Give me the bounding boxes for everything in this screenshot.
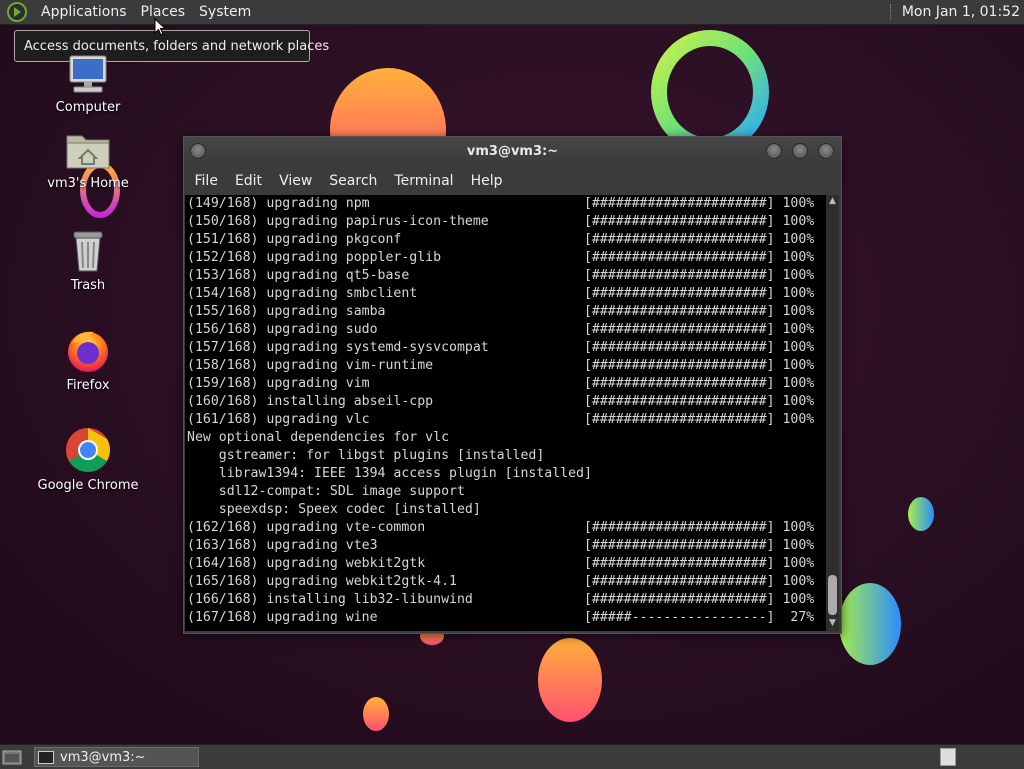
desktop-icon-chrome[interactable]: Google Chrome xyxy=(33,426,143,493)
window-title: vm3@vm3:~ xyxy=(466,144,559,159)
terminal-line: (153/168) upgrading qt5-base [##########… xyxy=(187,268,815,283)
maximize-button[interactable] xyxy=(792,143,808,159)
terminal-line: (162/168) upgrading vte-common [########… xyxy=(187,520,815,535)
applications-menu[interactable]: Applications xyxy=(34,4,134,20)
menu-help[interactable]: Help xyxy=(462,173,511,189)
computer-icon xyxy=(69,55,107,93)
terminal-line: New optional dependencies for vlc xyxy=(187,430,450,445)
menu-view[interactable]: View xyxy=(271,173,321,189)
menu-edit[interactable]: Edit xyxy=(226,173,270,189)
desktop-icon-label: vm3's Home xyxy=(47,176,129,191)
mouse-pointer-icon xyxy=(154,18,166,36)
terminal-line: (163/168) upgrading vte3 [##############… xyxy=(187,538,815,553)
scrollbar-thumb[interactable] xyxy=(828,575,837,615)
terminal-line: libraw1394: IEEE 1394 access plugin [ins… xyxy=(187,466,592,481)
desktop-icon-firefox[interactable]: Firefox xyxy=(33,326,143,393)
terminal-scrollbar[interactable]: ▲ ▼ xyxy=(826,195,839,631)
workspace-switcher[interactable] xyxy=(940,748,956,766)
taskbar-item-label: vm3@vm3:~ xyxy=(60,749,146,765)
terminal-output[interactable]: (149/168) upgrading npm [###############… xyxy=(185,195,826,631)
menu-search[interactable]: Search xyxy=(321,173,386,189)
taskbar-item-terminal[interactable]: vm3@vm3:~ xyxy=(34,747,199,767)
panel-tray: Mon Jan 1, 01:52 xyxy=(889,0,1024,24)
trash-icon xyxy=(73,231,103,272)
desktop-icon-home[interactable]: vm3's Home xyxy=(33,128,143,191)
terminal-line: sdl12-compat: SDL image support xyxy=(187,484,465,499)
terminal-icon xyxy=(38,750,54,764)
terminal-line: (158/168) upgrading vim-runtime [#######… xyxy=(187,358,815,373)
menu-file[interactable]: File xyxy=(186,173,226,189)
panel-separator xyxy=(889,4,892,20)
terminal-line: (149/168) upgrading npm [###############… xyxy=(187,196,815,211)
terminal-line: gstreamer: for libgst plugins [installed… xyxy=(187,448,545,463)
desktop-icon-label: Google Chrome xyxy=(37,478,139,493)
terminal-line: (165/168) upgrading webkit2gtk-4.1 [####… xyxy=(187,574,815,589)
bottom-panel: vm3@vm3:~ xyxy=(0,744,1024,769)
home-folder-icon xyxy=(66,135,110,169)
terminal-line: (154/168) upgrading smbclient [#########… xyxy=(187,286,815,301)
distro-logo-icon[interactable] xyxy=(6,1,28,23)
desktop-icon-label: Computer xyxy=(55,100,121,115)
terminal-line: (157/168) upgrading systemd-sysvcompat [… xyxy=(187,340,815,355)
terminal-line: (161/168) upgrading vlc [###############… xyxy=(187,412,815,427)
terminal-window[interactable]: vm3@vm3:~ File Edit View Search Terminal… xyxy=(183,136,842,634)
terminal-line: (155/168) upgrading samba [#############… xyxy=(187,304,815,319)
clock[interactable]: Mon Jan 1, 01:52 xyxy=(902,4,1020,20)
chrome-icon xyxy=(66,428,110,472)
terminal-line: (151/168) upgrading pkgconf [###########… xyxy=(187,232,815,247)
terminal-line: (159/168) upgrading vim [###############… xyxy=(187,376,815,391)
minimize-button[interactable] xyxy=(766,143,782,159)
terminal-line: (156/168) upgrading sudo [##############… xyxy=(187,322,815,337)
desktop-icon-label: Trash xyxy=(70,278,106,293)
system-menu[interactable]: System xyxy=(192,4,258,20)
window-menubar: File Edit View Search Terminal Help xyxy=(184,167,841,195)
desktop-icon-label: Firefox xyxy=(66,378,110,393)
firefox-icon xyxy=(68,331,108,372)
window-titlebar[interactable]: vm3@vm3:~ xyxy=(184,137,841,167)
desktop-icon-computer[interactable]: Computer xyxy=(33,54,143,115)
terminal-line: (152/168) upgrading poppler-glib [######… xyxy=(187,250,815,265)
terminal-line: (167/168) upgrading wine [#####---------… xyxy=(187,610,815,625)
terminal-line: speexdsp: Speex codec [installed] xyxy=(187,502,481,517)
close-button[interactable] xyxy=(818,143,834,159)
desktop-icon-trash[interactable]: Trash xyxy=(33,228,143,293)
terminal-line: (166/168) installing lib32-libunwind [##… xyxy=(187,592,815,607)
terminal-line: (150/168) upgrading papirus-icon-theme [… xyxy=(187,214,815,229)
show-desktop-icon[interactable] xyxy=(2,748,22,766)
terminal-line: (160/168) installing abseil-cpp [#######… xyxy=(187,394,815,409)
scroll-down-arrow-icon[interactable]: ▼ xyxy=(829,619,836,628)
terminal-line: (164/168) upgrading webkit2gtk [########… xyxy=(187,556,815,571)
scroll-up-arrow-icon[interactable]: ▲ xyxy=(829,197,836,206)
menu-terminal[interactable]: Terminal xyxy=(386,173,462,189)
